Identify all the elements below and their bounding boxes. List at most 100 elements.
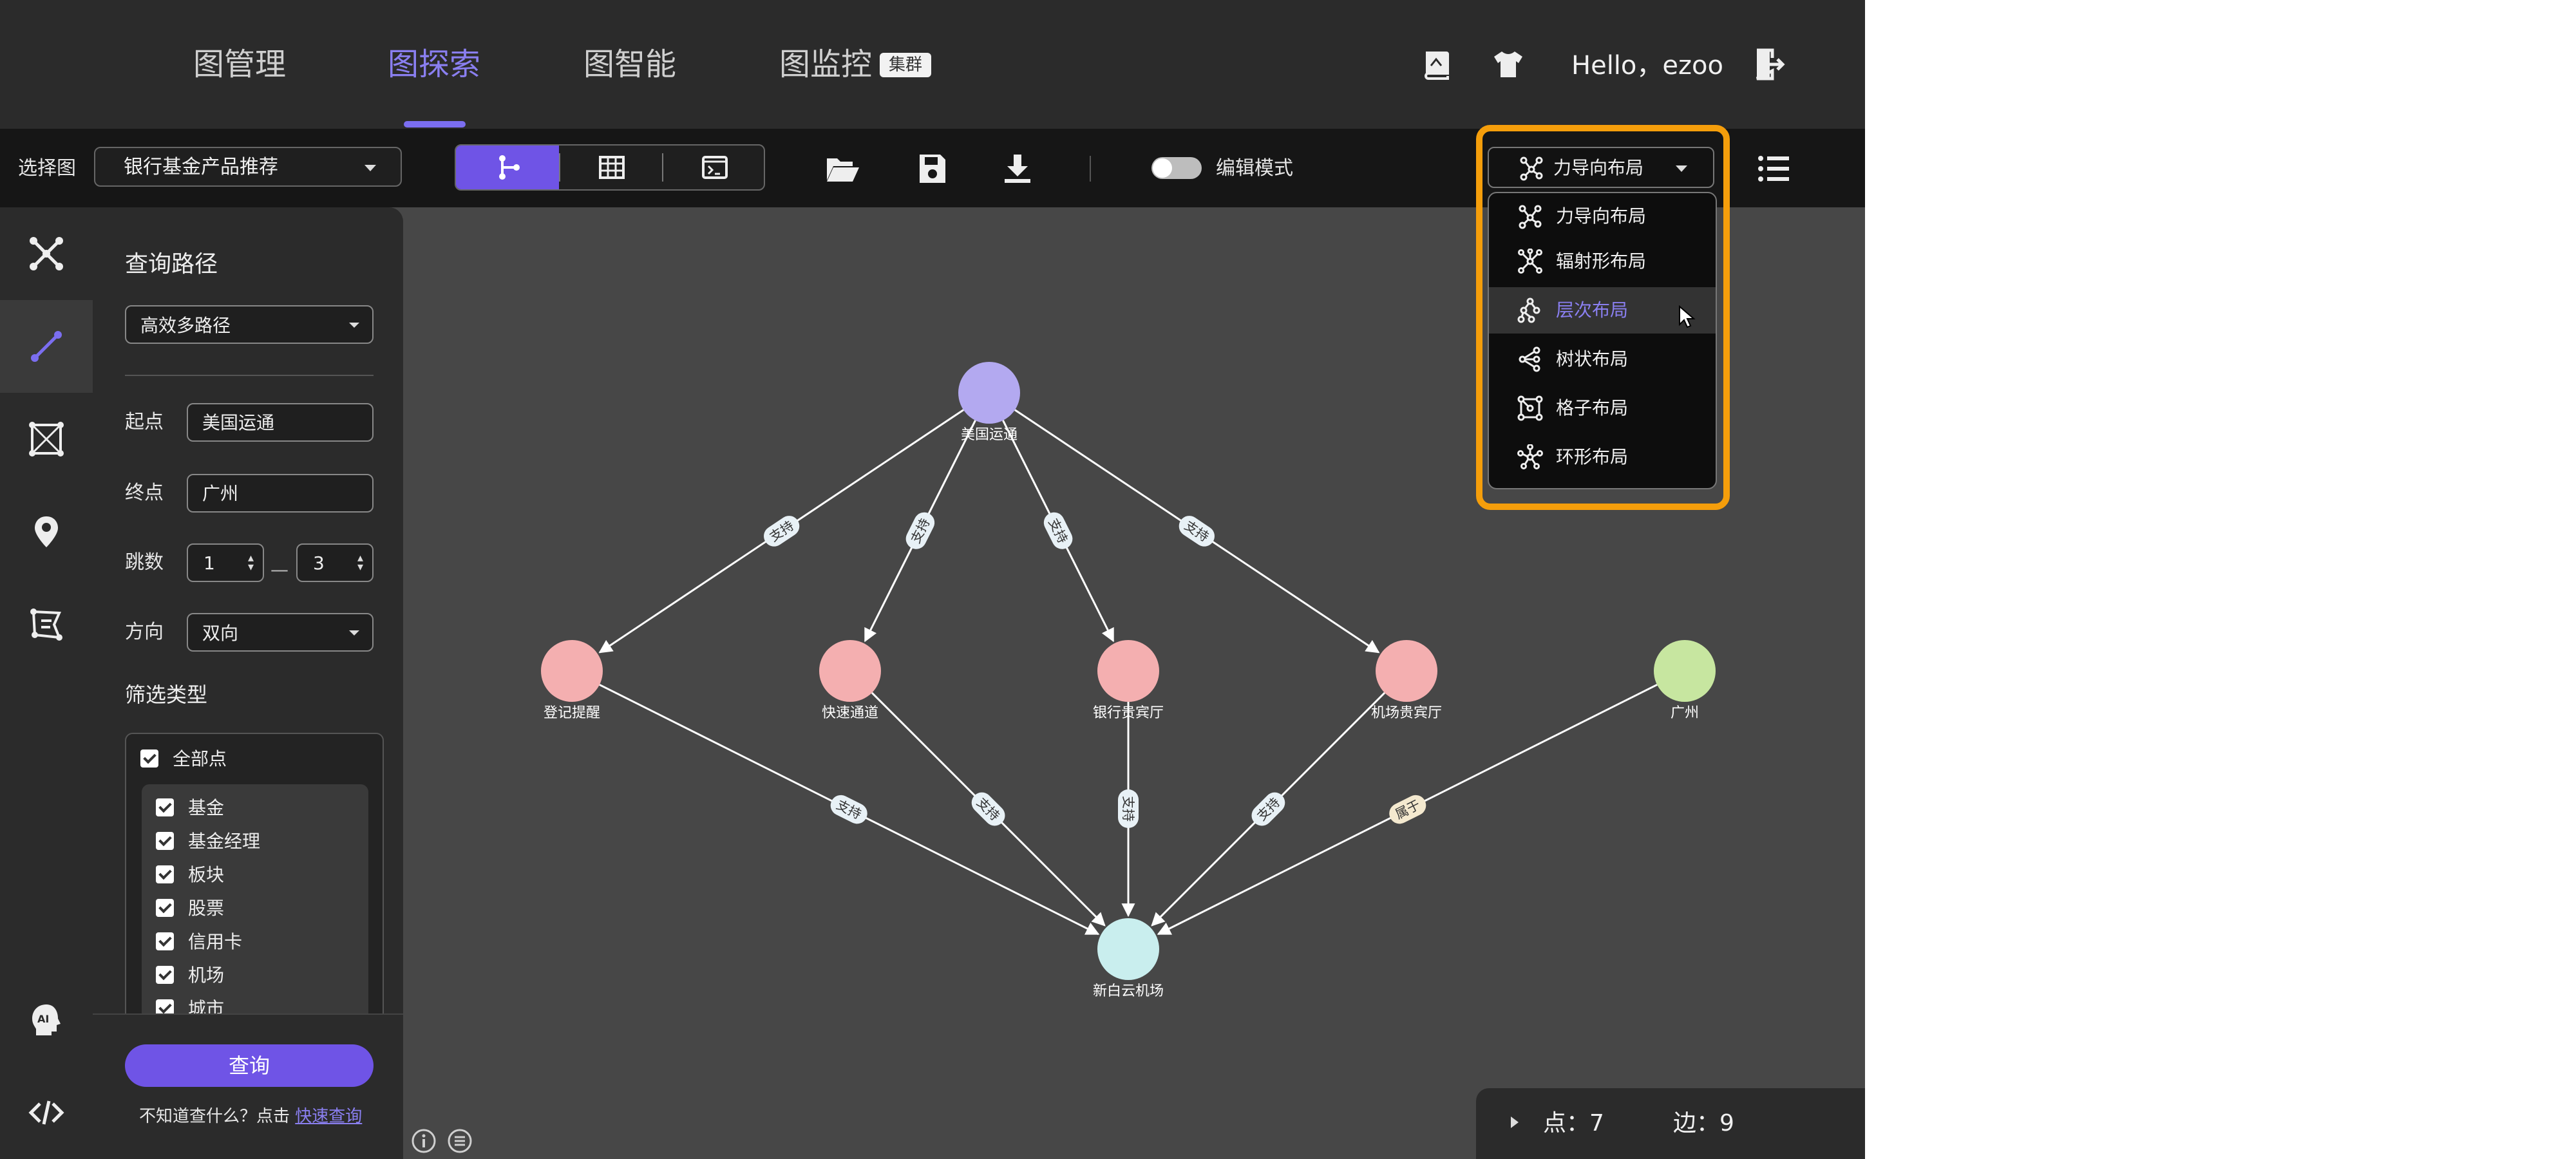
info-icon[interactable]	[411, 1128, 437, 1154]
chevron-down-icon	[1676, 165, 1687, 172]
edge-label: 支持	[1043, 512, 1073, 549]
path-mode-select[interactable]: 高效多路径	[125, 305, 374, 344]
query-button-label: 查询	[228, 1053, 270, 1078]
terminal-icon	[702, 156, 728, 179]
query-path-panel: 查询路径 高效多路径 起点 美国运通 终点 广州 跳数 1 ▴ ▾ — 3 ▴ ▾ …	[93, 207, 403, 1159]
logout-icon[interactable]	[1750, 46, 1786, 82]
graph-node[interactable]	[819, 640, 881, 702]
rail-item-location[interactable]	[0, 485, 93, 578]
panel-divider	[125, 375, 374, 376]
rail-item-path-query[interactable]	[0, 300, 93, 393]
save-icon[interactable]	[914, 151, 951, 187]
rail-item-code[interactable]	[0, 1066, 93, 1159]
cluster-badge: 集群	[880, 53, 931, 77]
direction-select[interactable]: 双向	[187, 613, 374, 652]
quick-query-link[interactable]: 快速查询	[295, 1107, 362, 1126]
chevron-down-icon	[349, 630, 359, 636]
path-icon	[31, 331, 62, 362]
edge-label: 支持	[905, 512, 935, 549]
checkbox-checked-icon	[156, 832, 174, 850]
graph-algorithm-icon	[30, 608, 62, 641]
checkbox-checked-icon	[156, 932, 174, 950]
checkbox-checked-icon	[156, 865, 174, 883]
graph-node[interactable]	[541, 640, 603, 702]
edge-label: 属于	[1389, 795, 1426, 824]
active-tab-underline	[404, 121, 466, 127]
ai-head-icon: AI	[32, 1004, 61, 1035]
chevron-down-icon	[365, 165, 376, 171]
checkbox-label: 板块	[188, 864, 225, 885]
graph-node-label: 广州	[1671, 705, 1699, 721]
book-icon[interactable]	[1418, 46, 1454, 82]
code-view-button[interactable]	[663, 146, 764, 189]
polygon-nodes-icon	[29, 422, 64, 457]
start-node-input[interactable]: 美国运通	[187, 403, 374, 442]
checkbox-checked-icon	[156, 798, 174, 816]
graph-node[interactable]	[958, 362, 1020, 424]
checkbox-label: 机场	[188, 965, 225, 986]
select-graph-label: 选择图	[18, 157, 76, 180]
graph-node[interactable]	[1376, 640, 1437, 702]
path-mode-value: 高效多路径	[140, 315, 231, 336]
location-pin-icon	[35, 516, 58, 547]
tshirt-icon[interactable]	[1490, 46, 1526, 82]
graph-select-value: 银行基金产品推荐	[124, 156, 278, 178]
layout-select[interactable]: 力导向布局	[1488, 147, 1714, 188]
hops-max-value: 3	[313, 552, 325, 574]
checkbox-label: 信用卡	[188, 931, 243, 952]
graph-view-button[interactable]	[456, 146, 559, 189]
graph-node[interactable]	[1097, 918, 1159, 980]
graph-node-label: 银行贵宾厅	[1093, 705, 1164, 721]
checkbox-checked-icon	[156, 966, 174, 984]
download-icon[interactable]	[999, 151, 1036, 187]
tab-graph-explore[interactable]: 图探索	[388, 45, 480, 84]
checkbox-label: 股票	[188, 898, 225, 919]
top-nav-bar: 图管理 图探索 图智能 图监控 集群 Hello，ezoo	[0, 0, 1865, 129]
hops-separator: —	[270, 559, 289, 580]
end-node-input[interactable]: 广州	[187, 474, 374, 513]
rail-item-algorithm[interactable]	[0, 578, 93, 671]
graph-canvas[interactable]: 支持 支持 支持 支持支持 支持 支持 支持 属于 美国运通登记提醒 快速通道 银行贵宾厅 机场贵宾…	[403, 207, 1865, 1159]
graph-node[interactable]	[1097, 640, 1159, 702]
hops-label: 跳数	[125, 551, 164, 574]
list-icon[interactable]	[1756, 151, 1792, 187]
query-button[interactable]: 查询	[125, 1044, 374, 1087]
rail-item-ai-assistant[interactable]: AI	[0, 974, 93, 1066]
table-view-button[interactable]	[560, 146, 663, 189]
start-node-value: 美国运通	[202, 412, 275, 433]
start-label: 起点	[125, 411, 164, 433]
edge-label: 支持	[1118, 789, 1139, 828]
hops-min-value: 1	[204, 552, 215, 574]
toolbar-divider	[1090, 156, 1091, 182]
legend-list-icon[interactable]	[447, 1128, 473, 1154]
checkbox-checked-icon	[156, 899, 174, 917]
quick-query-hint: 不知道查什么？点击 快速查询	[139, 1105, 362, 1128]
code-icon	[28, 1100, 64, 1125]
graph-select[interactable]: 银行基金产品推荐	[94, 147, 402, 187]
expand-triangle-icon[interactable]	[1511, 1117, 1519, 1128]
graph-status-bar: 点：7 边：9	[1476, 1088, 1865, 1159]
stepper-arrows-icon[interactable]: ▴ ▾	[357, 552, 363, 573]
hops-max-stepper[interactable]: 3 ▴ ▾	[296, 543, 374, 582]
network-icon	[30, 237, 63, 270]
edge-count: 边：9	[1673, 1110, 1734, 1136]
graph-node-label: 快速通道	[822, 705, 878, 721]
edge-label: 支持	[830, 795, 867, 824]
edge-label: 支持	[1179, 516, 1215, 547]
tab-graph-intelligence[interactable]: 图智能	[583, 45, 676, 84]
rail-item-subgraph[interactable]	[0, 393, 93, 485]
edit-mode-toggle[interactable]	[1151, 157, 1202, 179]
checkbox-label: 基金经理	[188, 831, 261, 852]
checkbox-label: 全部点	[173, 748, 227, 769]
tab-graph-monitor[interactable]: 图监控	[779, 45, 872, 84]
app-window: 图管理 图探索 图智能 图监控 集群 Hello，ezoo 选择图 银行基金产品…	[0, 0, 1865, 1159]
hops-min-stepper[interactable]: 1 ▴ ▾	[187, 543, 264, 582]
stepper-arrows-icon[interactable]: ▴ ▾	[248, 552, 254, 573]
layout-select-value: 力导向布局	[1553, 157, 1644, 178]
tab-graph-management[interactable]: 图管理	[193, 45, 286, 84]
view-mode-switch	[455, 144, 765, 191]
rail-item-graph[interactable]	[0, 207, 93, 300]
folder-open-icon[interactable]	[824, 151, 860, 187]
checkbox-checked-icon	[140, 749, 158, 768]
graph-node[interactable]	[1654, 640, 1716, 702]
